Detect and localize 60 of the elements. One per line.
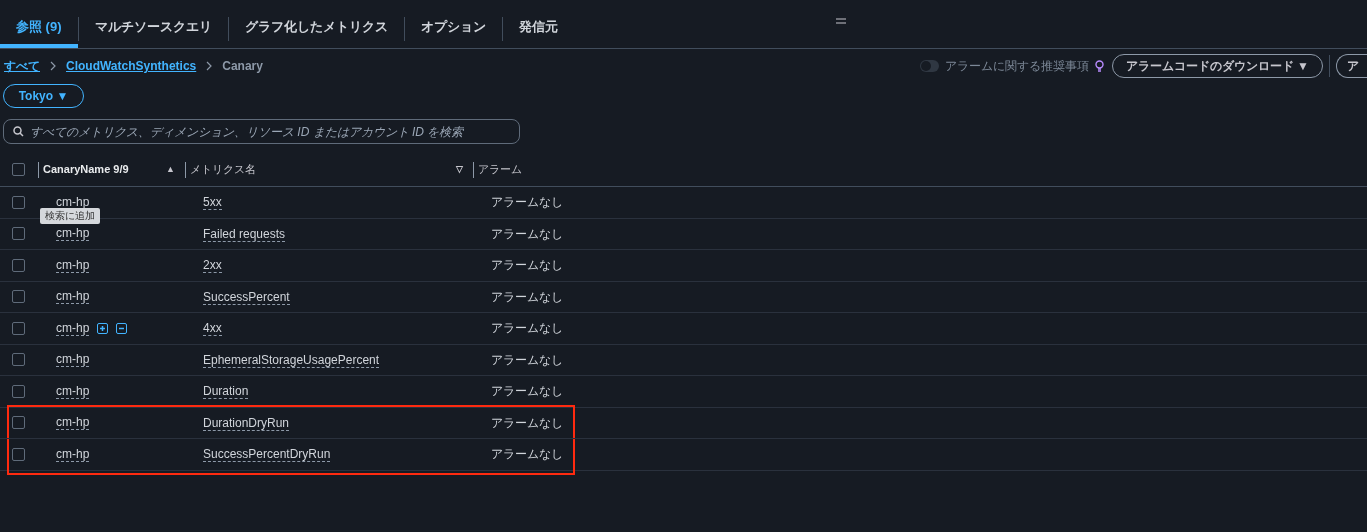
canary-name-link[interactable]: cm-hp [56, 257, 90, 273]
chevron-right-icon [206, 61, 213, 71]
metric-name-link[interactable]: SuccessPercent [203, 289, 290, 305]
remove-icon[interactable] [116, 322, 128, 334]
breadcrumb-current: Canary [222, 58, 263, 75]
metric-name-link[interactable]: 4xx [203, 321, 222, 337]
metric-name-link[interactable]: EphemeralStorageUsagePercent [203, 352, 380, 368]
checkbox[interactable] [12, 195, 25, 209]
metric-name-link[interactable]: Failed requests [203, 226, 286, 242]
lightbulb-icon[interactable] [1094, 59, 1104, 73]
tab[interactable]: オプション [404, 10, 502, 48]
checkbox[interactable] [12, 321, 25, 335]
alarm-status: アラームなし [491, 415, 563, 430]
tab[interactable]: グラフ化したメトリクス [228, 10, 404, 48]
alarm-status: アラームなし [491, 352, 563, 367]
canary-name-link[interactable]: cm-hp [56, 289, 90, 305]
recommendations-label: アラームに関する推奨事項 [944, 58, 1089, 75]
checkbox[interactable] [12, 258, 25, 272]
alarm-status: アラームなし [491, 384, 563, 399]
search-icon [13, 126, 24, 137]
toggle-switch[interactable] [919, 60, 939, 72]
breadcrumb-link[interactable]: CloudWatchSynthetics [66, 57, 197, 75]
sort-indicator[interactable]: ▲ [166, 162, 175, 177]
canary-name-link[interactable]: cm-hp [56, 415, 90, 431]
breadcrumb-link[interactable]: すべて [4, 57, 40, 75]
alarm-status: アラームなし [491, 258, 563, 273]
checkbox[interactable] [12, 353, 25, 367]
metric-name-link[interactable]: 2xx [203, 258, 222, 274]
column-header[interactable]: メトリクス名 [190, 161, 456, 178]
metric-name-link[interactable]: 5xx [203, 195, 222, 211]
drag-handle-icon[interactable] [836, 18, 846, 24]
alarm-status: アラームなし [491, 195, 563, 210]
alarm-status: アラームなし [491, 289, 563, 304]
sort-indicator[interactable]: ▽ [456, 162, 463, 177]
checkbox[interactable] [12, 163, 25, 176]
canary-name-link[interactable]: cm-hp [56, 226, 90, 242]
canary-name-link[interactable]: cm-hp [56, 352, 90, 368]
tooltip: 検索に追加 [40, 208, 100, 224]
checkbox[interactable] [12, 227, 25, 241]
alarm-status: アラームなし [491, 321, 563, 336]
chevron-right-icon [50, 61, 56, 71]
canary-name-link[interactable]: cm-hp [56, 320, 90, 336]
canary-name-link[interactable]: cm-hp [56, 383, 90, 399]
canary-name-link[interactable]: cm-hp [56, 446, 90, 462]
metric-name-link[interactable]: SuccessPercentDryRun [203, 447, 331, 463]
add-icon[interactable] [97, 322, 109, 334]
search-field[interactable]: すべてのメトリクス、ディメンション、リソース ID またはアカウント ID を検索 [3, 119, 520, 144]
alarm-status: アラームなし [491, 447, 563, 462]
column-header[interactable]: アラーム [478, 161, 522, 178]
tab[interactable]: 参照 (9) [0, 10, 78, 48]
metric-name-link[interactable]: Duration [203, 384, 249, 400]
checkbox[interactable] [12, 290, 25, 304]
alarm-status: アラームなし [491, 226, 563, 241]
checkbox[interactable] [12, 416, 25, 430]
column-header[interactable]: CanaryName 9/9 [43, 161, 167, 178]
checkbox[interactable] [12, 447, 25, 461]
tab[interactable]: 発信元 [502, 10, 574, 48]
tab[interactable]: マルチソースクエリ [78, 10, 228, 48]
checkbox[interactable] [12, 384, 25, 398]
metric-name-link[interactable]: DurationDryRun [203, 415, 290, 431]
